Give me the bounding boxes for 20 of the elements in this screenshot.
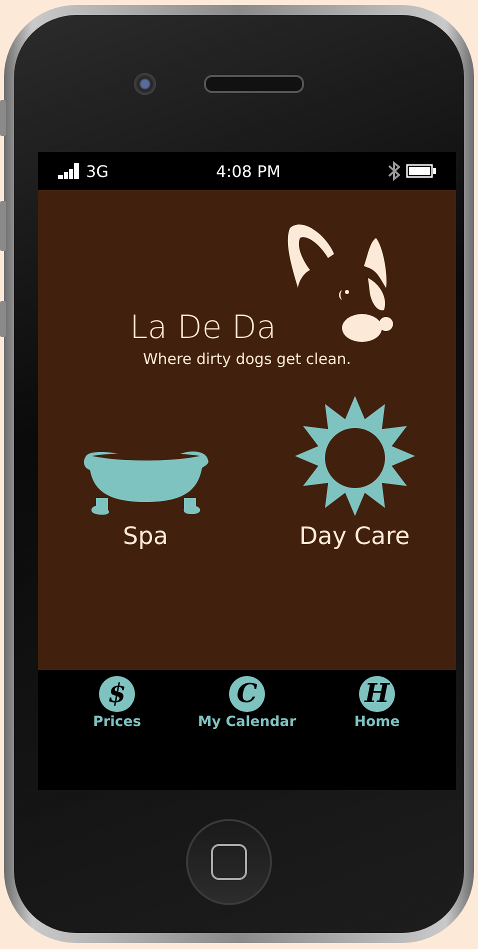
letter-badge-icon: C xyxy=(229,676,265,712)
status-time: 4:08 PM xyxy=(216,162,281,180)
signal-icon xyxy=(58,163,80,179)
brand-name: La De Da xyxy=(130,308,276,346)
letter-badge-icon: H xyxy=(359,676,395,712)
service-button[interactable]: Day Care xyxy=(294,396,414,550)
camera-icon xyxy=(134,72,156,94)
network-label: 3G xyxy=(86,162,109,180)
brand-tagline: Where dirty dogs get clean. xyxy=(142,350,352,368)
side-button[interactable] xyxy=(0,201,6,251)
service-button[interactable]: Spa xyxy=(80,396,212,550)
side-button[interactable] xyxy=(0,301,6,337)
tab-bar-item[interactable]: $ Prices xyxy=(67,676,167,790)
side-button[interactable] xyxy=(0,100,6,136)
tab-bar-item[interactable]: H Home xyxy=(327,676,427,790)
letter-badge-icon: $ xyxy=(99,676,135,712)
bluetooth-icon xyxy=(388,161,400,181)
sun-icon xyxy=(294,396,414,516)
tab-bar-item[interactable]: C My Calendar xyxy=(197,676,297,790)
battery-icon xyxy=(406,164,436,178)
